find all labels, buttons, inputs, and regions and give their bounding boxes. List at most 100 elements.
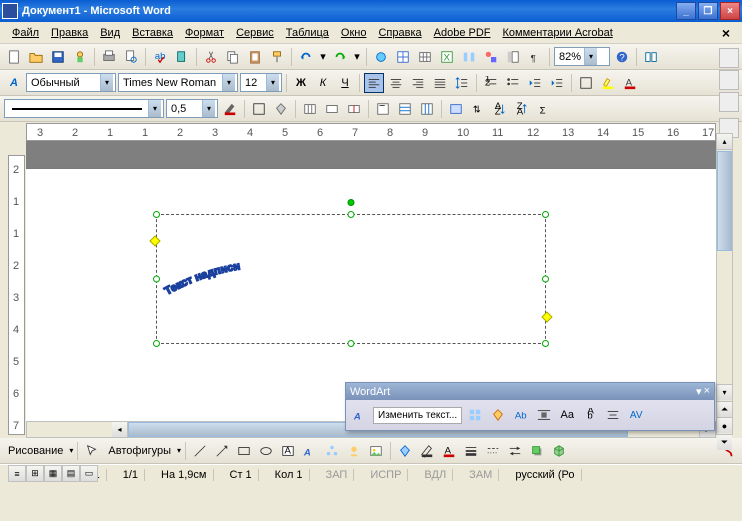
wordart-object[interactable]: Текст надписи [156,214,546,344]
font-combo[interactable]: Times New Roman ▾ [118,73,238,92]
font-size-combo[interactable]: 12 ▾ [240,73,282,92]
undo-dropdown[interactable]: ▾ [318,47,328,67]
arrow-style-button[interactable] [505,441,525,461]
wordart-toolbar-close[interactable]: × [704,385,710,398]
resize-handle-s[interactable] [348,340,355,347]
vertical-scrollbar[interactable]: ▴ ▾ ⏶ ● ⏷ [716,133,733,435]
line-spacing-button[interactable] [452,73,472,93]
line-width-combo[interactable]: 0,5 ▾ [166,99,218,118]
fill-color-button[interactable] [395,441,415,461]
columns-button[interactable] [459,47,479,67]
align-cell-button[interactable] [373,99,393,119]
insert-table-button[interactable] [415,47,435,67]
insert-diagram-button[interactable] [322,441,342,461]
menu-view[interactable]: Вид [94,25,126,41]
menu-help[interactable]: Справка [372,25,427,41]
line-style-button[interactable] [461,441,481,461]
resize-handle-ne[interactable] [542,211,549,218]
format-painter-button[interactable] [267,47,287,67]
align-center-button[interactable] [386,73,406,93]
restore-button[interactable]: ❐ [698,2,718,20]
align-left-button[interactable] [364,73,384,93]
merge-cells-button[interactable] [322,99,342,119]
vertical-text-button[interactable]: Ab [580,405,600,425]
status-trk[interactable]: ИСПР [364,469,408,481]
bullet-list-button[interactable] [503,73,523,93]
menu-file[interactable]: Файл [6,25,45,41]
char-spacing-button[interactable]: AV [626,405,646,425]
paste-button[interactable] [245,47,265,67]
drawing-toolbar-button[interactable] [481,47,501,67]
insert-clipart-button[interactable] [344,441,364,461]
cut-button[interactable] [201,47,221,67]
wordart-toolbar-options[interactable]: ▾ [696,385,702,398]
justify-button[interactable] [430,73,450,93]
menu-insert[interactable]: Вставка [126,25,179,41]
close-button[interactable]: × [720,2,740,20]
chevron-down-icon[interactable]: ▾ [202,100,215,117]
distribute-cols-button[interactable] [417,99,437,119]
chevron-down-icon[interactable]: ▾ [584,48,597,65]
menu-format[interactable]: Формат [179,25,230,41]
status-lang[interactable]: русский (Ро [509,469,581,481]
drawing-menu[interactable]: Рисование [4,443,67,459]
font-color-button[interactable]: A [620,73,640,93]
underline-button[interactable]: Ч [335,73,355,93]
line-style-combo[interactable]: ▾ [4,99,164,118]
save-button[interactable] [48,47,68,67]
italic-button[interactable]: К [313,73,333,93]
resize-handle-se[interactable] [542,340,549,347]
print-button[interactable] [99,47,119,67]
show-marks-button[interactable]: ¶ [525,47,545,67]
outline-view-button[interactable]: ▤ [62,465,80,482]
align-right-button[interactable] [408,73,428,93]
autoformat-table-button[interactable] [446,99,466,119]
prev-page-button[interactable]: ⏶ [717,401,732,417]
normal-view-button[interactable]: ≡ [8,465,26,482]
scroll-down-button[interactable]: ▾ [717,384,732,400]
outside-border-button[interactable] [576,73,596,93]
format-wordart-button[interactable] [488,405,508,425]
bold-button[interactable]: Ж [291,73,311,93]
font-color2-button[interactable]: A [439,441,459,461]
redo-dropdown[interactable]: ▾ [352,47,362,67]
insert-picture-button[interactable] [366,441,386,461]
shading-color-button[interactable] [271,99,291,119]
insert-wordart2-button[interactable]: A [300,441,320,461]
pdf-review-button[interactable] [719,92,739,112]
status-ovr[interactable]: ЗАМ [463,469,499,481]
autosum-button[interactable]: Σ [534,99,554,119]
line-color-button[interactable] [417,441,437,461]
sort-desc-button[interactable]: ZA [512,99,532,119]
excel-button[interactable]: X [437,47,457,67]
resize-handle-n[interactable] [348,211,355,218]
rectangle-button[interactable] [234,441,254,461]
status-rec[interactable]: ЗАП [320,469,355,481]
text-direction-button[interactable]: ⇅ [468,99,488,119]
distribute-rows-button[interactable] [395,99,415,119]
read-button[interactable] [641,47,661,67]
scroll-up-button[interactable]: ▴ [717,134,732,150]
minimize-button[interactable]: _ [676,2,696,20]
status-ext[interactable]: ВДЛ [418,469,453,481]
line-button[interactable] [190,441,210,461]
select-objects-button[interactable] [82,441,102,461]
open-button[interactable] [26,47,46,67]
textbox-button[interactable]: A [278,441,298,461]
horizontal-ruler[interactable]: 3211234567891011121314151617 [26,123,716,141]
pdf-email-button[interactable] [719,70,739,90]
hyperlink-button[interactable] [371,47,391,67]
increase-indent-button[interactable] [547,73,567,93]
menu-edit[interactable]: Правка [45,25,94,41]
insert-wordart-button[interactable]: A [350,405,370,425]
scroll-thumb[interactable] [717,151,732,251]
resize-handle-nw[interactable] [153,211,160,218]
menu-adobe-pdf[interactable]: Adobe PDF [428,25,497,41]
scroll-left-button[interactable]: ◂ [112,422,128,437]
sort-asc-button[interactable]: AZ [490,99,510,119]
print-layout-view-button[interactable]: ▦ [44,465,62,482]
chevron-down-icon[interactable]: ▾ [266,74,279,91]
wordart-shape-button[interactable]: Ab [511,405,531,425]
arrow-button[interactable] [212,441,232,461]
border-color-button[interactable] [220,99,240,119]
